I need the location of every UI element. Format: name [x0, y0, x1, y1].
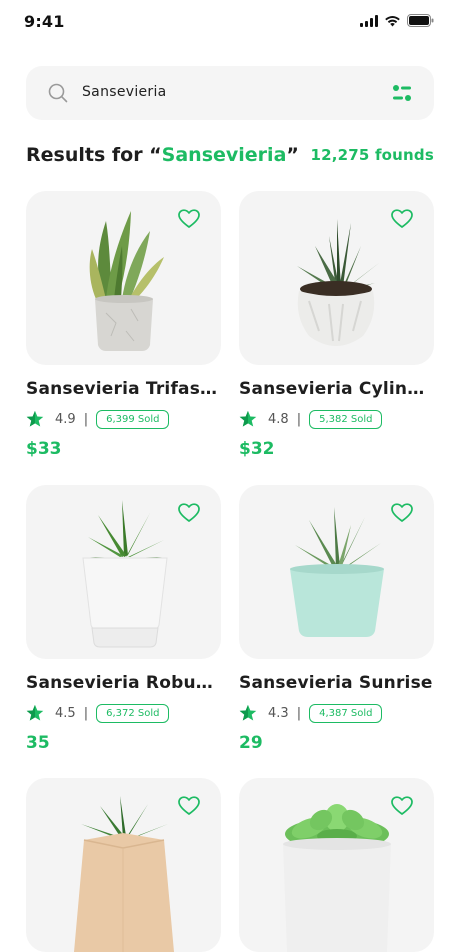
rating-separator: |: [83, 411, 89, 427]
rating-separator: |: [296, 705, 302, 721]
results-count: 12,275 founds: [310, 146, 434, 164]
rating-separator: |: [83, 705, 89, 721]
status-bar: 9:41: [0, 0, 460, 44]
heart-icon[interactable]: [391, 503, 413, 523]
product-image-container[interactable]: [239, 778, 434, 952]
product-image-container[interactable]: [26, 485, 221, 659]
product-price: $33: [26, 439, 62, 459]
filter-icon[interactable]: [392, 84, 412, 102]
product-name[interactable]: Sansevieria Sunrise: [239, 673, 434, 693]
rating-row: 4.8 | 5,382 Sold: [239, 407, 383, 431]
results-title: Results for “Sansevieria”: [26, 144, 299, 166]
status-icons: [360, 14, 434, 27]
heart-icon[interactable]: [391, 796, 413, 816]
heart-icon[interactable]: [178, 796, 200, 816]
product-image-container[interactable]: [239, 485, 434, 659]
product-image-container[interactable]: [26, 191, 221, 365]
search-icon: [48, 83, 68, 103]
star-icon: [239, 410, 257, 427]
rating-row: 4.5 | 6,372 Sold: [26, 701, 170, 725]
product-name[interactable]: Sansevieria Robusta: [26, 673, 221, 693]
sold-badge: 4,387 Sold: [309, 703, 383, 723]
search-bar[interactable]: Sansevieria: [26, 66, 434, 120]
rating-row: 4.9 | 6,399 Sold: [26, 407, 170, 431]
search-input[interactable]: Sansevieria: [82, 84, 167, 100]
product-name[interactable]: Sansevieria Trifasci...: [26, 379, 221, 399]
rating-row: 4.3 | 4,387 Sold: [239, 701, 383, 725]
star-icon: [26, 704, 44, 721]
rating-separator: |: [296, 411, 302, 427]
product-price: 35: [26, 733, 50, 753]
heart-icon[interactable]: [178, 209, 200, 229]
heart-icon[interactable]: [178, 503, 200, 523]
wifi-icon: [385, 15, 400, 26]
rating-value: 4.3: [268, 705, 289, 721]
product-price: 29: [239, 733, 263, 753]
heart-icon[interactable]: [391, 209, 413, 229]
sold-badge: 6,372 Sold: [96, 703, 170, 723]
status-time: 9:41: [24, 12, 65, 31]
rating-value: 4.8: [268, 411, 289, 427]
sold-badge: 5,382 Sold: [309, 409, 383, 429]
battery-icon: [407, 14, 434, 27]
product-name[interactable]: Sansevieria Cylindr..: [239, 379, 434, 399]
rating-value: 4.5: [55, 705, 76, 721]
star-icon: [239, 704, 257, 721]
product-image-container[interactable]: [239, 191, 434, 365]
results-query: Sansevieria: [161, 144, 287, 166]
results-suffix: ”: [286, 144, 299, 166]
results-prefix: Results for “: [26, 144, 162, 166]
sold-badge: 6,399 Sold: [96, 409, 170, 429]
star-icon: [26, 410, 44, 427]
product-price: $32: [239, 439, 275, 459]
rating-value: 4.9: [55, 411, 76, 427]
product-image-container[interactable]: [26, 778, 221, 952]
cellular-signal-icon: [360, 14, 378, 27]
